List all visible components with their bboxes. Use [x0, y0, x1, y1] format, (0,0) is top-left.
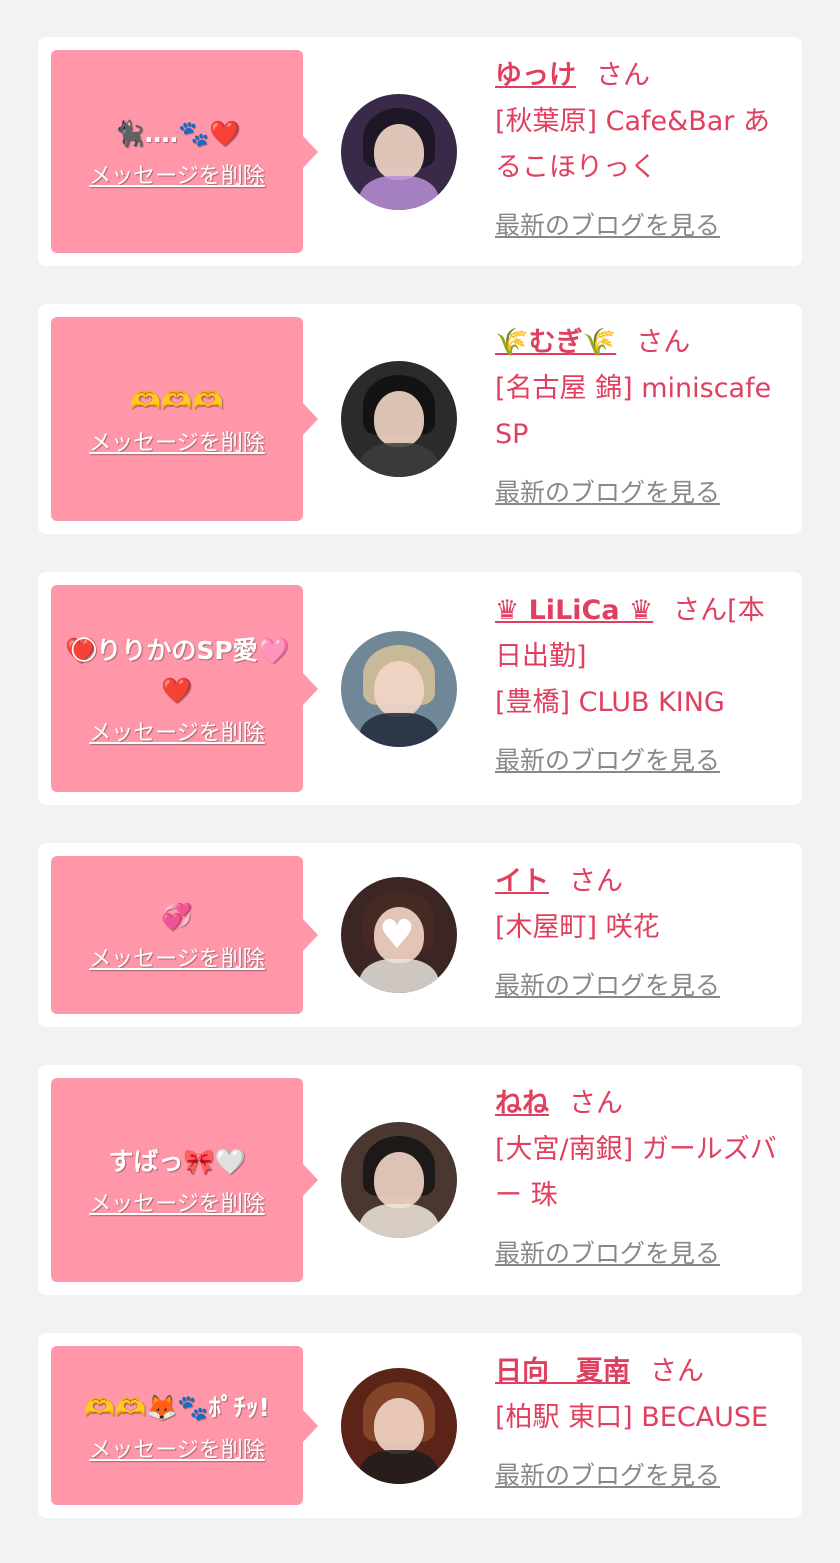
delete-message-link[interactable]: メッセージを削除 [89, 1432, 265, 1464]
delete-message-link[interactable]: メッセージを削除 [89, 715, 265, 747]
avatar[interactable]: ♥ [341, 877, 457, 993]
delete-message-link[interactable]: メッセージを削除 [89, 158, 265, 190]
latest-blog-link[interactable]: 最新のブログを見る [495, 470, 720, 516]
avatar[interactable] [341, 630, 457, 747]
latest-blog-link[interactable]: 最新のブログを見る [495, 1453, 720, 1499]
delete-message-link[interactable]: メッセージを削除 [89, 425, 265, 457]
message-bubble: 🫶🫶🫶 メッセージを削除 [51, 317, 318, 521]
avatar-body-shape [359, 1204, 439, 1238]
cast-name-link[interactable]: イト [495, 866, 549, 897]
avatar[interactable] [341, 361, 457, 477]
message-bubble: ❤️⃝りりかのSP愛🩷❤️ メッセージを削除 [51, 585, 318, 792]
avatar-body-shape [359, 1449, 439, 1484]
shop-name: [木屋町] 咲花 [495, 912, 660, 943]
avatar-body-shape [359, 175, 439, 210]
message-list: 🐈‍⬛‥‥🐾❤️ メッセージを削除 ゆっけ さん [秋葉原] Cafe&Bar あ… [38, 37, 802, 1556]
name-line: ♛ LiLiCa ♛ さん[本日出勤] [495, 588, 782, 680]
cast-info: 日向 夏南 さん [柏駅 東口] BECAUSE 最新のブログを見る [495, 1349, 782, 1499]
honorific: さん [596, 60, 650, 91]
name-line: 日向 夏南 さん [495, 1349, 782, 1395]
avatar-body-shape [359, 959, 439, 993]
message-text: 🫶🫶🫶 [130, 386, 224, 415]
message-bubble: 🫶🫶🦊🐾ﾎﾟﾁｯ! メッセージを削除 [51, 1346, 318, 1505]
message-bubble: すばっ🎀🤍 メッセージを削除 [51, 1078, 318, 1282]
message-card: 🫶🫶🫶 メッセージを削除 🌾むぎ🌾 さん [名古屋 錦] miniscafe SP… [38, 304, 802, 534]
cast-name-link[interactable]: ♛ LiLiCa ♛ [495, 595, 653, 626]
cast-info: イト さん [木屋町] 咲花 最新のブログを見る [495, 859, 782, 1009]
cast-name-link[interactable]: ねね [495, 1088, 549, 1119]
honorific: さん [569, 1088, 623, 1119]
honorific: さん [636, 327, 691, 358]
name-line: 🌾むぎ🌾 さん [495, 320, 782, 366]
cast-info: 🌾むぎ🌾 さん [名古屋 錦] miniscafe SP 最新のブログを見る [495, 320, 782, 516]
cast-info: ゆっけ さん [秋葉原] Cafe&Bar あるこほりっく 最新のブログを見る [495, 53, 782, 249]
message-text: すばっ🎀🤍 [108, 1147, 246, 1176]
avatar-body-shape [359, 443, 439, 477]
delete-message-link[interactable]: メッセージを削除 [89, 1186, 265, 1218]
message-text: ❤️⃝りりかのSP愛🩷❤️ [65, 635, 289, 705]
cast-info: ♛ LiLiCa ♛ さん[本日出勤] [豊橋] CLUB KING 最新のブログ… [495, 588, 782, 784]
shop-name: [秋葉原] Cafe&Bar あるこほりっく [495, 106, 770, 183]
message-card: 🐈‍⬛‥‥🐾❤️ メッセージを削除 ゆっけ さん [秋葉原] Cafe&Bar あ… [38, 37, 802, 266]
delete-message-link[interactable]: メッセージを削除 [89, 941, 265, 973]
avatar-face-shape [374, 391, 424, 447]
honorific: さん [650, 1356, 704, 1387]
message-bubble: 🐈‍⬛‥‥🐾❤️ メッセージを削除 [51, 50, 318, 253]
honorific: さん [569, 866, 623, 897]
avatar-body-shape [359, 712, 439, 747]
shop-name: [名古屋 錦] miniscafe SP [495, 373, 772, 450]
message-bubble: 💞 メッセージを削除 [51, 856, 318, 1014]
message-card: ❤️⃝りりかのSP愛🩷❤️ メッセージを削除 ♛ LiLiCa ♛ さん[本日出勤… [38, 572, 802, 805]
heart-cover-icon: ♥ [379, 912, 415, 958]
avatar-face-shape [374, 1152, 424, 1208]
message-text: 🐈‍⬛‥‥🐾❤️ [113, 118, 241, 148]
latest-blog-link[interactable]: 最新のブログを見る [495, 738, 720, 784]
latest-blog-link[interactable]: 最新のブログを見る [495, 1231, 720, 1277]
avatar-face-shape [374, 1397, 424, 1454]
name-line: ゆっけ さん [495, 53, 782, 99]
name-line: ねね さん [495, 1081, 782, 1127]
cast-name-link[interactable]: 日向 夏南 [495, 1356, 630, 1387]
avatar-face-shape [374, 660, 424, 717]
message-text: 💞 [161, 902, 193, 931]
shop-name: [柏駅 東口] BECAUSE [495, 1402, 769, 1433]
avatar-face-shape [374, 123, 424, 180]
honorific: さん [673, 595, 728, 626]
message-card: 💞 メッセージを削除 ♥ イト さん [木屋町] 咲花 最新のブログを見る [38, 843, 802, 1027]
message-card: すばっ🎀🤍 メッセージを削除 ねね さん [大宮/南銀] ガールズバー 珠 最新の… [38, 1065, 802, 1295]
latest-blog-link[interactable]: 最新のブログを見る [495, 203, 720, 249]
name-line: イト さん [495, 859, 782, 905]
latest-blog-link[interactable]: 最新のブログを見る [495, 963, 720, 1009]
avatar[interactable] [341, 93, 457, 210]
message-card: 🫶🫶🦊🐾ﾎﾟﾁｯ! メッセージを削除 日向 夏南 さん [柏駅 東口] BECAU… [38, 1333, 802, 1518]
cast-info: ねね さん [大宮/南銀] ガールズバー 珠 最新のブログを見る [495, 1081, 782, 1277]
avatar[interactable] [341, 1122, 457, 1238]
shop-name: [大宮/南銀] ガールズバー 珠 [495, 1134, 777, 1211]
avatar[interactable] [341, 1367, 457, 1484]
cast-name-link[interactable]: ゆっけ [495, 60, 576, 91]
shop-name: [豊橋] CLUB KING [495, 687, 725, 718]
message-text: 🫶🫶🦊🐾ﾎﾟﾁｯ! [84, 1392, 270, 1422]
cast-name-link[interactable]: 🌾むぎ🌾 [495, 327, 616, 358]
